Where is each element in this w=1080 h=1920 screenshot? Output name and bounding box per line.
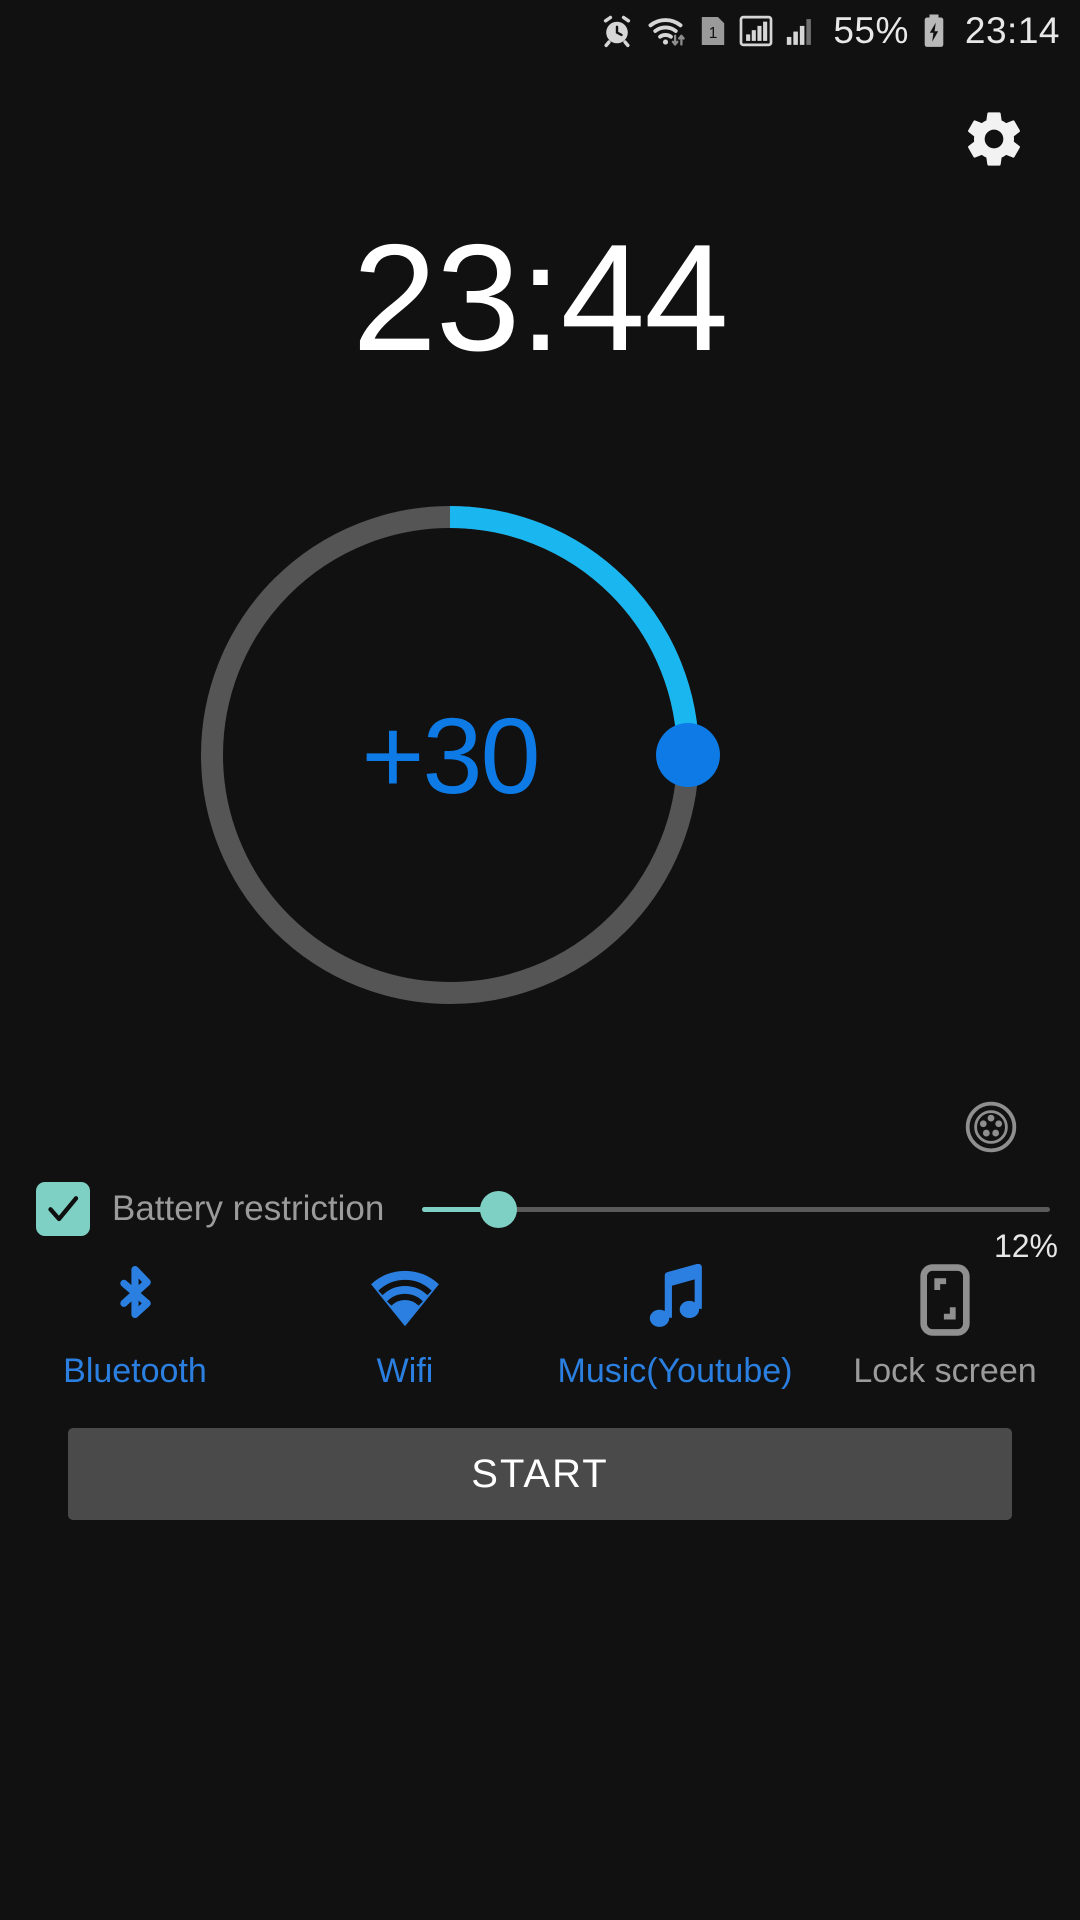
toggle-label: Music(Youtube) xyxy=(557,1352,793,1390)
slider-thumb[interactable] xyxy=(479,1191,517,1228)
status-bar: 1 55% 23:14 xyxy=(0,0,1080,62)
bluetooth-icon xyxy=(103,1264,167,1336)
music-note-icon xyxy=(641,1264,709,1336)
wifi-icon xyxy=(647,13,687,49)
target-time-display: 23:44 xyxy=(352,213,728,383)
gear-icon xyxy=(962,107,1026,176)
status-clock: 23:14 xyxy=(964,10,1060,51)
toggle-label: Lock screen xyxy=(853,1352,1037,1390)
check-icon xyxy=(48,1196,79,1222)
battery-restriction-row: Battery restriction xyxy=(0,1178,1080,1240)
preset-button[interactable] xyxy=(962,1100,1020,1158)
sim-badge-number: 1 xyxy=(709,25,718,42)
preset-dial-icon xyxy=(963,1099,1019,1160)
dial-value-text: +30 xyxy=(361,694,540,816)
signal-1-icon xyxy=(739,14,773,48)
toggle-lock-screen[interactable]: Lock screen xyxy=(810,1258,1080,1418)
timer-dial[interactable]: +30 xyxy=(180,485,720,1025)
signal-2-icon xyxy=(785,14,817,48)
start-button[interactable]: START xyxy=(68,1428,1012,1520)
wifi-icon xyxy=(367,1264,443,1336)
battery-restriction-slider[interactable] xyxy=(422,1182,1050,1236)
toggle-label: Wifi xyxy=(376,1352,434,1390)
battery-restriction-label: Battery restriction xyxy=(112,1189,385,1228)
battery-restriction-checkbox[interactable] xyxy=(36,1182,90,1236)
sim-1-icon: 1 xyxy=(699,14,727,48)
battery-percent-text: 55% xyxy=(833,10,909,51)
toggle-wifi[interactable]: Wifi xyxy=(270,1258,540,1418)
toggle-label: Bluetooth xyxy=(63,1352,207,1390)
lock-screen-icon xyxy=(917,1264,973,1336)
toggle-music[interactable]: Music(Youtube) xyxy=(540,1258,810,1418)
battery-charging-icon xyxy=(921,13,947,49)
start-button-label: START xyxy=(471,1451,609,1496)
app-screen: 1 55% 23:14 23:44 +30 Battery restrictio… xyxy=(0,0,1080,1920)
alarm-icon xyxy=(599,13,635,49)
toggle-bluetooth[interactable]: Bluetooth xyxy=(0,1258,270,1418)
settings-button[interactable] xyxy=(958,105,1030,177)
quick-toggle-row: Bluetooth Wifi Music(Youtube) Lock scree… xyxy=(0,1258,1080,1418)
